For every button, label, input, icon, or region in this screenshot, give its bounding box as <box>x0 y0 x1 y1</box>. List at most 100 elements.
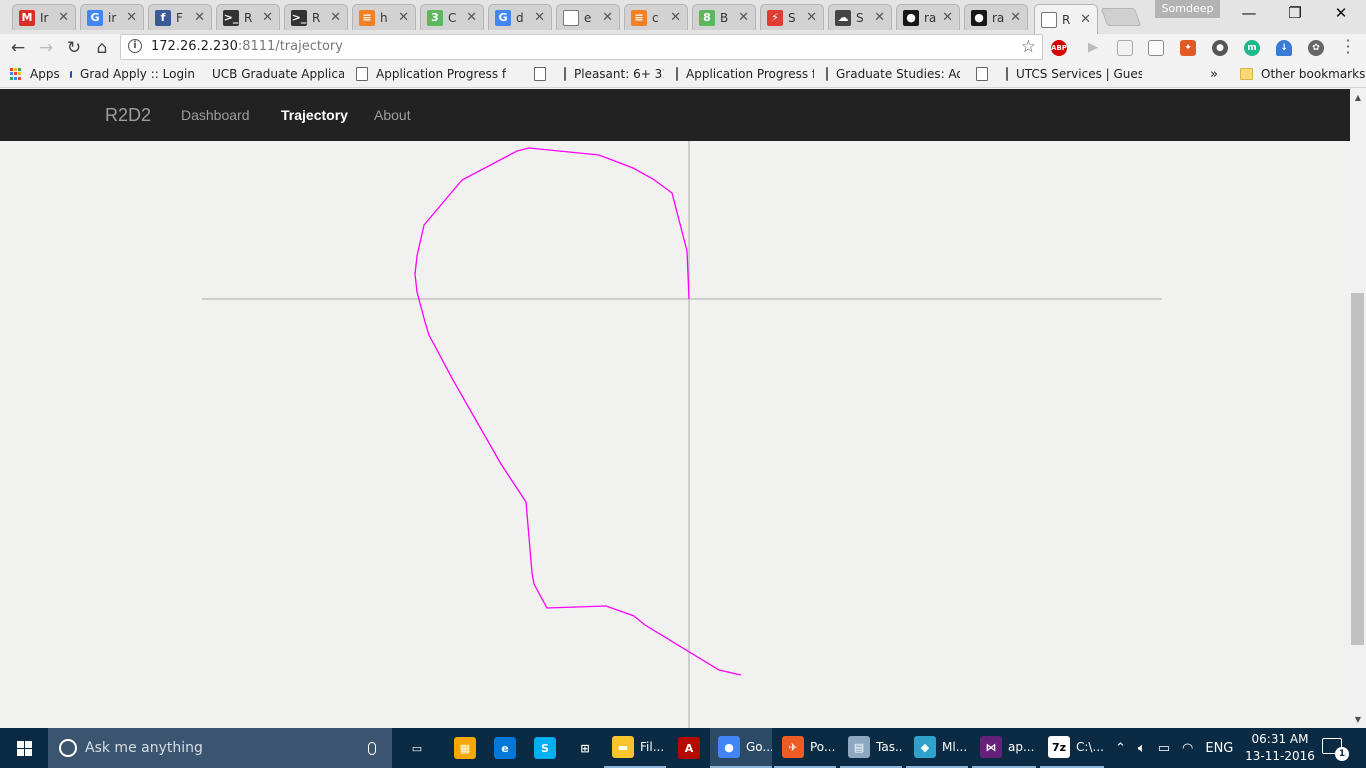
close-tab-icon[interactable]: ✕ <box>806 10 817 25</box>
close-tab-icon[interactable]: ✕ <box>194 10 205 25</box>
close-tab-icon[interactable]: ✕ <box>1010 10 1021 25</box>
taskbar-app[interactable]: ✈ Po... <box>774 728 836 768</box>
extension-icon[interactable] <box>1117 40 1133 56</box>
play-icon[interactable]: ▶ <box>1085 40 1101 56</box>
browser-tab[interactable]: 8 B ✕ <box>692 4 756 30</box>
close-tab-icon[interactable]: ✕ <box>330 10 341 25</box>
scroll-down-icon[interactable]: ▼ <box>1350 715 1366 724</box>
action-center-icon[interactable]: 1 <box>1322 738 1349 761</box>
close-window-icon[interactable]: ✕ <box>1318 4 1364 22</box>
scrollbar-thumb[interactable] <box>1351 293 1364 645</box>
scroll-up-icon[interactable]: ▲ <box>1350 93 1366 102</box>
taskbar-app[interactable]: ● Go... <box>710 728 772 768</box>
address-bar[interactable]: i 172.26.2.230:8111/trajectory ☆ <box>120 34 1043 60</box>
browser-tab[interactable]: ● ra ✕ <box>896 4 960 30</box>
forward-icon[interactable]: → <box>34 37 58 59</box>
taskbar-app[interactable]: ▤ Tas... <box>840 728 902 768</box>
taskbar-app[interactable]: ▬ Fil... <box>604 728 666 768</box>
bookmark-item[interactable]: Grad Apply :: Login <box>70 67 195 81</box>
microphone-icon[interactable] <box>368 741 376 755</box>
language-indicator[interactable]: ENG <box>1205 741 1233 756</box>
page-extension-icon[interactable] <box>1148 40 1164 56</box>
settings-extension-icon[interactable]: ✿ <box>1308 40 1324 56</box>
adblock-plus-icon[interactable]: ABP <box>1051 40 1067 56</box>
browser-tab[interactable]: R ✕ <box>1034 4 1098 34</box>
bookmark-item[interactable] <box>534 67 554 81</box>
browser-tab[interactable]: 3 C ✕ <box>420 4 484 30</box>
volume-icon[interactable]: 🔈︎ <box>1138 741 1146 756</box>
brand-link[interactable]: R2D2 <box>105 105 151 126</box>
browser-tab[interactable]: ≡ c ✕ <box>624 4 688 30</box>
browser-tab[interactable]: >_ R ✕ <box>284 4 348 30</box>
browser-menu-icon[interactable]: · · · <box>1343 33 1353 61</box>
browser-tab[interactable]: M Ir ✕ <box>12 4 76 30</box>
location-extension-icon[interactable]: ● <box>1212 40 1228 56</box>
battery-icon[interactable]: ▭ <box>1158 741 1170 756</box>
browser-tab[interactable]: f F ✕ <box>148 4 212 30</box>
download-extension-icon[interactable]: ↓ <box>1276 40 1292 56</box>
browser-tab[interactable]: >_ R ✕ <box>216 4 280 30</box>
site-info-icon[interactable]: i <box>128 39 142 53</box>
bookmarks-overflow-button[interactable]: » <box>1210 67 1218 82</box>
bookmark-item[interactable]: Pleasant: 6+ 31 <box>564 67 664 81</box>
browser-tab[interactable]: Gir ✕ <box>80 4 144 30</box>
m-extension-icon[interactable]: m <box>1244 40 1260 56</box>
close-tab-icon[interactable]: ✕ <box>1080 12 1091 27</box>
taskbar-app[interactable]: ▭ <box>398 728 438 768</box>
bookmark-item[interactable]: UTCS Services | Guest <box>1006 67 1142 81</box>
wifi-icon[interactable]: ◠ <box>1182 741 1193 756</box>
bookmark-item[interactable]: Apps <box>10 67 60 81</box>
profile-button[interactable]: Somdeep <box>1155 0 1220 18</box>
other-bookmarks-folder[interactable]: Other bookmarks <box>1240 67 1365 81</box>
browser-tab[interactable]: ☁ S ✕ <box>828 4 892 30</box>
close-tab-icon[interactable]: ✕ <box>738 10 749 25</box>
browser-tab[interactable]: e ✕ <box>556 4 620 30</box>
taskbar-app[interactable]: ⊞ <box>566 728 604 768</box>
browser-tab[interactable]: ⚡ S ✕ <box>760 4 824 30</box>
restore-icon[interactable]: ❐ <box>1272 4 1318 22</box>
new-tab-button[interactable] <box>1100 8 1142 26</box>
close-tab-icon[interactable]: ✕ <box>58 10 69 25</box>
close-tab-icon[interactable]: ✕ <box>670 10 681 25</box>
bookmark-item[interactable]: Graduate Studies: Adr <box>826 67 960 81</box>
taskbar-clock[interactable]: 06:31 AM 13-11-2016 <box>1240 731 1320 765</box>
taskbar-app[interactable]: ⋈ ap... <box>972 728 1036 768</box>
cortana-search-box[interactable]: Ask me anything <box>48 728 392 768</box>
reload-icon[interactable]: ↻ <box>62 37 86 59</box>
close-tab-icon[interactable]: ✕ <box>262 10 273 25</box>
taskbar-app[interactable]: A <box>670 728 710 768</box>
close-tab-icon[interactable]: ✕ <box>466 10 477 25</box>
bookmark-star-icon[interactable]: ☆ <box>1021 37 1036 57</box>
taskbar-app-label: C:\... <box>1076 740 1104 754</box>
tray-overflow-icon[interactable]: ⌃ <box>1115 741 1126 756</box>
minimize-icon[interactable]: — <box>1226 4 1272 22</box>
bookmark-item[interactable] <box>976 67 996 81</box>
close-tab-icon[interactable]: ✕ <box>534 10 545 25</box>
taskbar-app[interactable]: S <box>526 728 566 768</box>
page-scrollbar[interactable]: ▲ ▼ <box>1350 89 1366 728</box>
close-tab-icon[interactable]: ✕ <box>398 10 409 25</box>
bookmark-item[interactable]: Application Progress f <box>676 67 814 81</box>
start-button[interactable] <box>0 728 48 768</box>
browser-tab[interactable]: ● ra ✕ <box>964 4 1028 30</box>
matlab-icon: ◆ <box>914 736 936 758</box>
postman-extension-icon[interactable]: ✦ <box>1180 40 1196 56</box>
url-text[interactable]: 172.26.2.230:8111/trajectory <box>151 39 343 54</box>
taskbar-app[interactable]: 7z C:\... <box>1040 728 1104 768</box>
bookmark-item[interactable]: UCB Graduate Applica <box>204 67 344 81</box>
bookmark-item[interactable]: Application Progress f <box>356 67 506 81</box>
close-tab-icon[interactable]: ✕ <box>126 10 137 25</box>
nav-about[interactable]: About <box>374 107 411 123</box>
browser-tab[interactable]: Gd ✕ <box>488 4 552 30</box>
close-tab-icon[interactable]: ✕ <box>942 10 953 25</box>
close-tab-icon[interactable]: ✕ <box>602 10 613 25</box>
taskbar-app[interactable]: e <box>486 728 526 768</box>
home-icon[interactable]: ⌂ <box>90 37 114 59</box>
nav-dashboard[interactable]: Dashboard <box>181 107 250 123</box>
taskbar-app[interactable]: ◆ Ml... <box>906 728 968 768</box>
browser-tab[interactable]: ≡ h ✕ <box>352 4 416 30</box>
taskbar-app[interactable]: ▦ <box>446 728 486 768</box>
close-tab-icon[interactable]: ✕ <box>874 10 885 25</box>
nav-trajectory[interactable]: Trajectory <box>281 107 348 123</box>
back-icon[interactable]: ← <box>6 37 30 59</box>
